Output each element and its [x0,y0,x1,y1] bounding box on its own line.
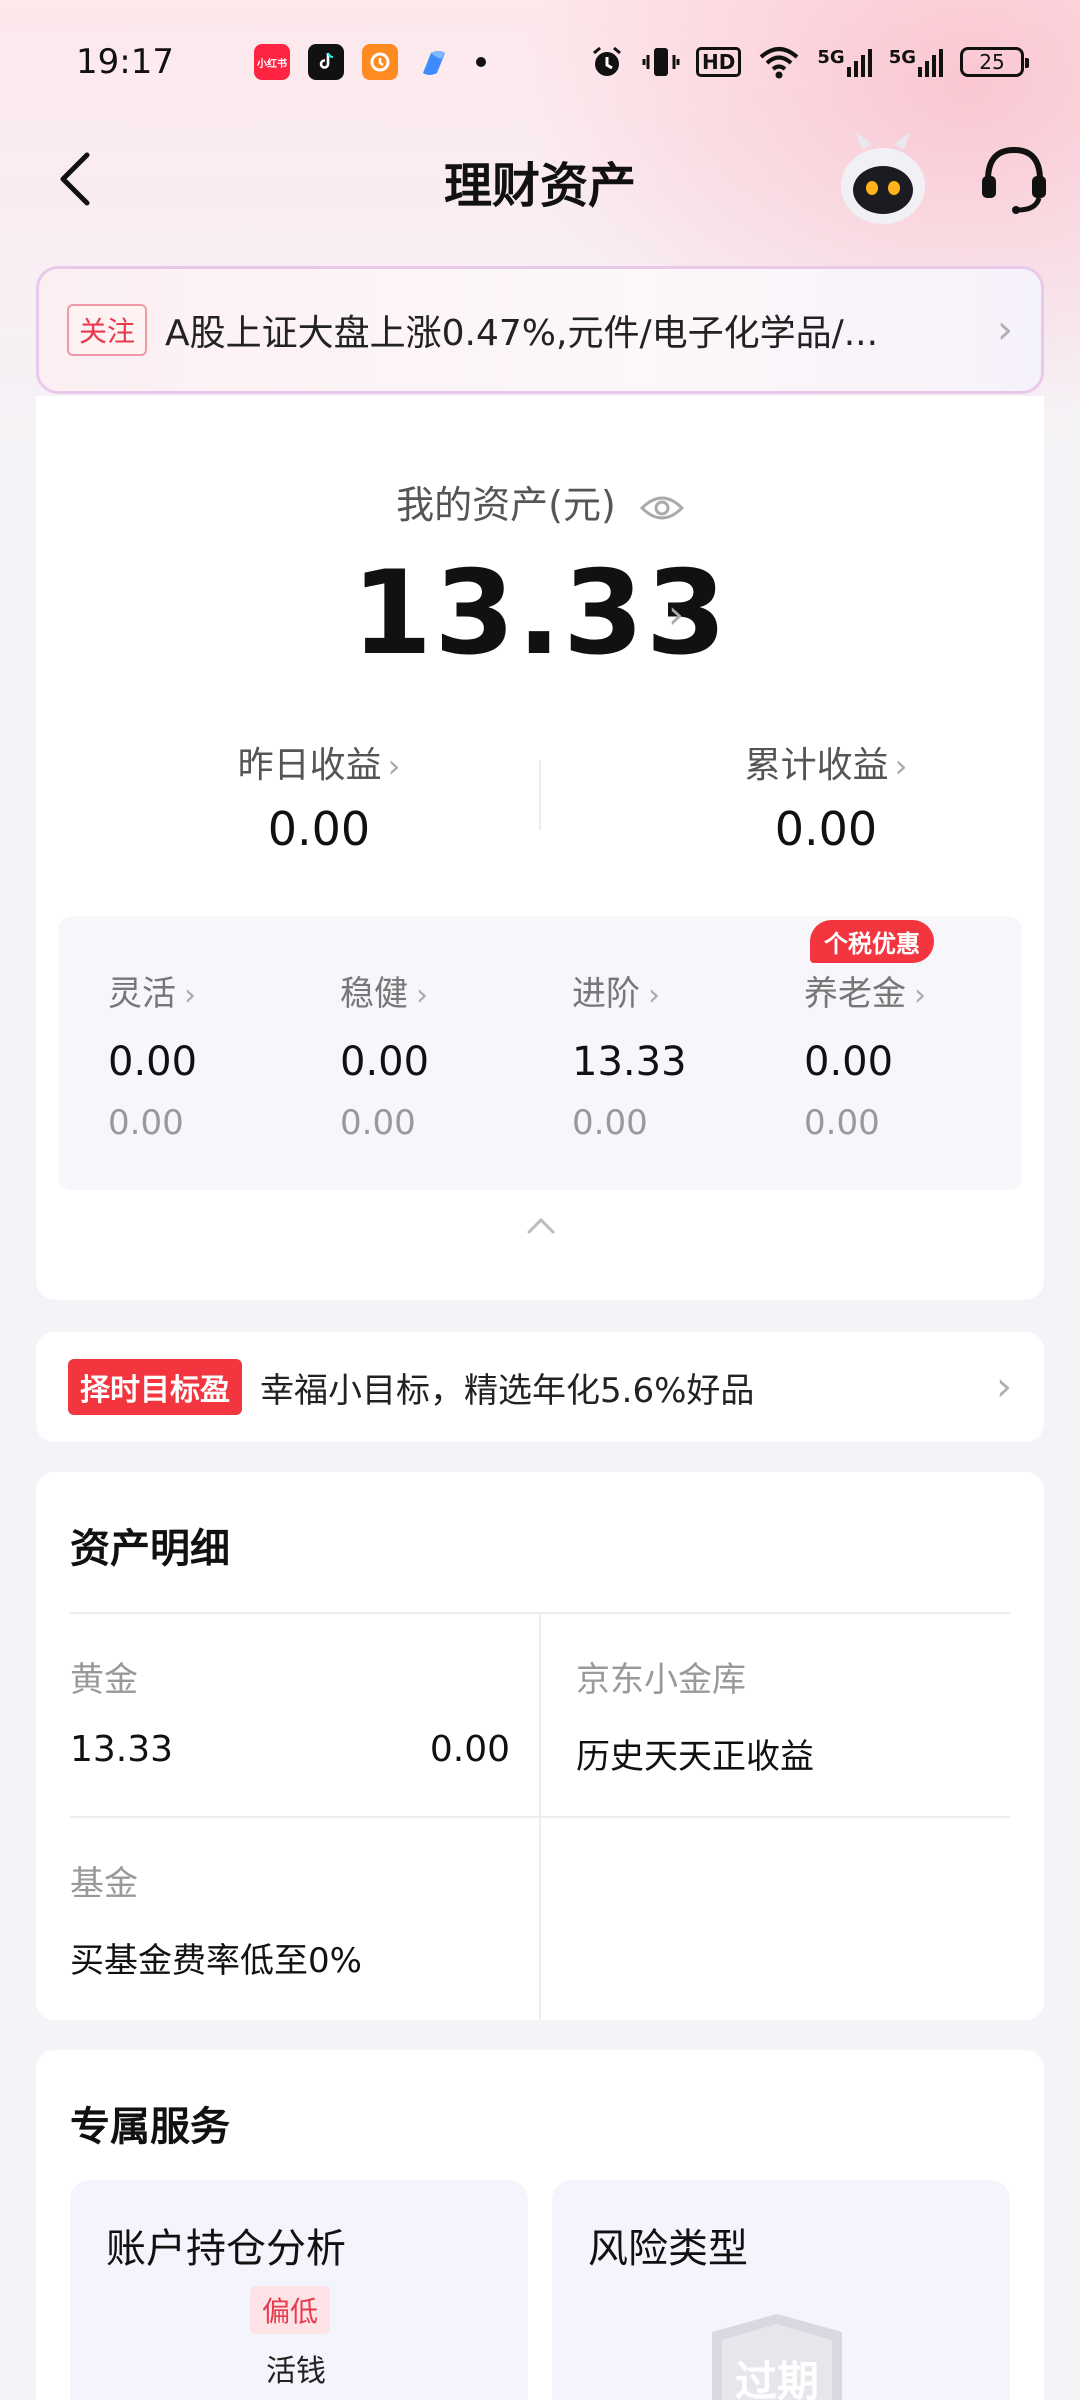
hd-icon: HD [696,47,742,77]
category-label: 灵活 [108,974,176,1014]
battery-icon: 25 [960,47,1029,77]
vibrate-icon [642,48,680,76]
asset-detail-card: 资产明细 黄金 13.33 0.00 京东小金库 历史天天正收益 基金 买基金费… [36,1472,1044,2020]
robot-icon [841,132,925,224]
alarm-icon [593,46,621,76]
meituan-icon [362,44,398,80]
status-bar: 19:17 小红书 HD 5G 5G 25 [0,0,1080,124]
status-time: 19:17 [76,42,174,82]
category-earnings: 0.00 [340,1103,416,1143]
category-amount: 13.33 [572,1039,687,1085]
fund-label: 基金 [70,1864,138,1904]
notice-text: A股上证大盘上涨0.47%,元件/电子化学品/... [165,313,879,354]
chevron-right-icon: › [997,307,1013,353]
target-profit-promo[interactable]: 择时目标盈 幸福小目标，精选年化5.6%好品 › [36,1332,1044,1442]
signal-5g-1-icon: 5G [817,47,872,77]
page: 19:17 小红书 HD 5G 5G 25 理财资产 关注 A股上证大盘上涨0.… [0,0,1080,2400]
category-advanced[interactable]: 进阶 › 13.33 0.00 [572,966,772,1143]
section-title: 专属服务 [70,2104,230,2150]
market-notice[interactable]: 关注 A股上证大盘上涨0.47%,元件/电子化学品/... › [36,266,1044,394]
svg-text:过期: 过期 [735,2357,819,2400]
chevron-right-icon: › [996,1364,1012,1410]
category-earnings: 0.00 [108,1103,184,1143]
exclusive-services-card: 专属服务 账户持仓分析 偏低 活钱 风险类型 过期 [36,2050,1044,2400]
total-earnings[interactable]: 累计收益 › 0.00 [626,736,1026,856]
chevron-right-icon: › [416,978,428,1013]
tax-benefit-badge: 个税优惠 [810,920,934,963]
category-amount: 0.00 [804,1039,894,1085]
category-label: 养老金 [804,974,906,1014]
category-label: 稳健 [340,974,408,1014]
asset-summary-card: 我的资产(元) 13.33 › 昨日收益 › 0.00 累计收益 › 0.00 灵活… [36,396,1044,1300]
assistant-robot-button[interactable] [836,128,930,228]
category-pension[interactable]: 养老金 › 0.00 0.00 [804,966,1004,1143]
signal-5g-2-icon: 5G [889,47,944,77]
douyin-icon [308,44,344,80]
category-flexible[interactable]: 灵活 › 0.00 0.00 [108,966,308,1143]
yesterday-earnings-label: 昨日收益 [237,745,382,786]
category-label: 进阶 [572,974,640,1014]
risk-type-title: 风险类型 [588,2226,748,2272]
browser-icon [416,44,452,80]
eye-icon[interactable] [639,493,684,523]
chevron-right-icon: › [184,978,196,1013]
total-earnings-label: 累计收益 [744,745,889,786]
risk-type-card[interactable]: 风险类型 过期 [552,2180,1010,2400]
notice-tag: 关注 [67,304,148,356]
jd-vault-label: 京东小金库 [576,1660,746,1700]
nav-bar: 理财资产 [0,124,1080,234]
category-steady[interactable]: 稳健 › 0.00 0.00 [340,966,540,1143]
promo-tag: 择时目标盈 [68,1359,242,1415]
wifi-icon [760,47,799,79]
system-icons: HD 5G 5G 25 [588,43,1029,81]
notification-icons: 小红书 [254,44,486,80]
chevron-right-icon: › [894,747,908,785]
xiaohongshu-icon: 小红书 [254,44,290,80]
divider [539,760,541,830]
customer-service-button[interactable] [976,140,1052,216]
yesterday-earnings-value: 0.00 [267,802,371,856]
category-earnings: 0.00 [804,1103,880,1143]
category-amount: 0.00 [108,1039,198,1085]
my-asset-label: 我的资产(元) [36,474,1044,529]
asset-total-value[interactable]: 13.33 [36,546,1044,681]
holding-analysis-card[interactable]: 账户持仓分析 偏低 活钱 [70,2180,528,2400]
detail-jd-vault[interactable]: 京东小金库 历史天天正收益 [576,1652,1016,1778]
chevron-right-icon: › [648,978,660,1013]
cash-label: 活钱 [266,2354,326,2389]
detail-gold[interactable]: 黄金 13.33 0.00 [70,1652,510,1770]
divider [539,1612,541,2020]
fund-text: 买基金费率低至0% [70,1941,362,1981]
gold-earnings: 0.00 [429,1729,510,1770]
gold-amount: 13.33 [70,1729,174,1770]
chevron-up-icon[interactable] [526,1216,556,1240]
category-amount: 0.00 [340,1039,430,1085]
battery-level: 25 [979,50,1005,74]
headset-icon [982,146,1046,214]
category-earnings: 0.00 [572,1103,648,1143]
total-earnings-value: 0.00 [774,802,878,856]
asset-category-panel: 灵活 › 0.00 0.00 稳健 › 0.00 0.00 进阶 › 13.33 0.… [58,916,1022,1190]
jd-vault-text: 历史天天正收益 [576,1737,814,1777]
section-title: 资产明细 [70,1526,230,1572]
chevron-right-icon: › [387,747,401,785]
yesterday-earnings[interactable]: 昨日收益 › 0.00 [119,736,519,856]
gold-label: 黄金 [70,1660,138,1700]
chevron-right-icon[interactable]: › [668,592,684,638]
low-tag: 偏低 [250,2286,331,2334]
detail-fund[interactable]: 基金 买基金费率低至0% [70,1856,510,1982]
promo-text: 幸福小目标，精选年化5.6%好品 [260,1370,755,1411]
more-notifications-dot [476,57,486,67]
chevron-right-icon: › [914,978,926,1013]
expired-shield-icon: 过期 [702,2310,852,2400]
holding-analysis-title: 账户持仓分析 [106,2226,346,2272]
